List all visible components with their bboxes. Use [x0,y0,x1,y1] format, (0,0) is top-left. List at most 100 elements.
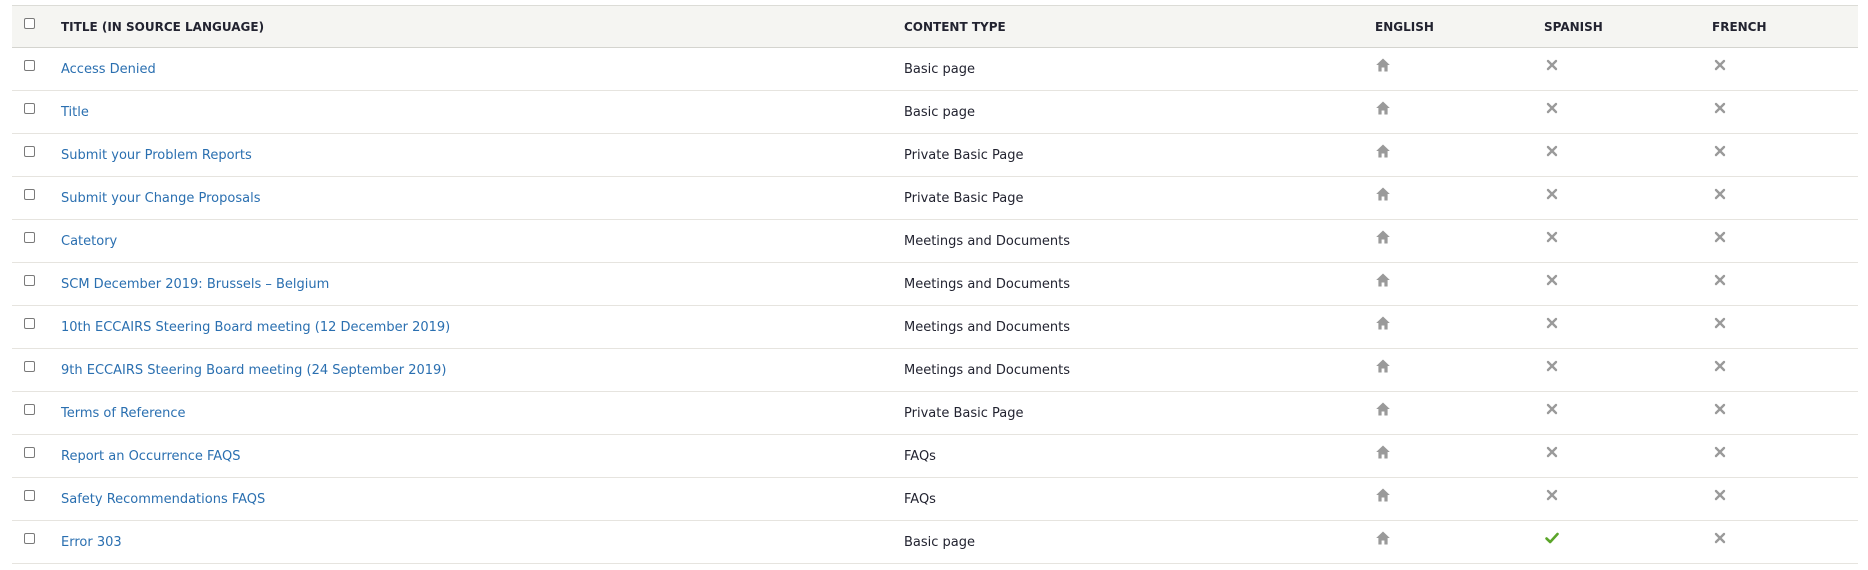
source-home-icon [1375,57,1391,73]
row-select-checkbox[interactable] [24,317,35,329]
row-content-type-cell: Meetings and Documents [904,349,1375,392]
row-select-cell [12,220,61,263]
row-title-link[interactable]: Submit your Change Proposals [61,191,260,206]
row-content-type-cell: FAQs [904,435,1375,478]
not-translated-icon [1712,530,1728,546]
header-title[interactable]: Title (in source language) [61,5,904,48]
table-row: Access Denied Basic page [12,48,1858,91]
row-content-type: Private Basic Page [904,405,1024,421]
row-french-cell [1712,91,1858,134]
row-french-cell [1712,521,1858,564]
row-french-cell [1712,306,1858,349]
row-title-link[interactable]: Terms of Reference [61,406,186,421]
row-select-cell [12,392,61,435]
not-translated-icon [1544,143,1560,159]
row-title-link[interactable]: SCM December 2019: Brussels – Belgium [61,277,329,292]
row-spanish-cell [1544,134,1712,177]
select-all-cell [12,5,61,48]
row-title-cell: Submit your Problem Reports [61,134,904,177]
table-row: Error 303 Basic page [12,521,1858,564]
row-title-link[interactable]: Report an Occurrence FAQS [61,449,240,464]
table-row: 9th ECCAIRS Steering Board meeting (24 S… [12,349,1858,392]
source-home-icon [1375,358,1391,374]
row-select-checkbox[interactable] [24,360,35,372]
row-french-cell [1712,349,1858,392]
table-row: Terms of Reference Private Basic Page [12,392,1858,435]
row-title-cell: Report an Occurrence FAQS [61,435,904,478]
translation-table: Title (in source language) Content type … [12,5,1858,564]
not-translated-icon [1544,272,1560,288]
row-title-link[interactable]: Error 303 [61,535,122,550]
row-title-cell: 10th ECCAIRS Steering Board meeting (12 … [61,306,904,349]
row-title-cell: Error 303 [61,521,904,564]
table-body: Access Denied Basic page Title Basic page Su… [12,48,1858,564]
row-title-link[interactable]: Submit your Problem Reports [61,148,252,163]
row-french-cell [1712,263,1858,306]
row-select-checkbox[interactable] [24,188,35,200]
row-select-cell [12,134,61,177]
row-title-cell: Catetory [61,220,904,263]
not-translated-icon [1712,401,1728,417]
not-translated-icon [1544,186,1560,202]
source-home-icon [1375,143,1391,159]
row-title-link[interactable]: Catetory [61,234,117,249]
row-select-checkbox[interactable] [24,102,35,114]
row-select-cell [12,349,61,392]
row-select-checkbox[interactable] [24,274,35,286]
row-content-type-cell: Meetings and Documents [904,220,1375,263]
not-translated-icon [1544,358,1560,374]
translated-check-icon [1544,530,1560,546]
row-spanish-cell [1544,349,1712,392]
row-spanish-cell [1544,478,1712,521]
row-french-cell [1712,478,1858,521]
row-select-cell [12,435,61,478]
row-title-cell: Terms of Reference [61,392,904,435]
row-english-cell [1375,306,1544,349]
row-spanish-cell [1544,306,1712,349]
row-title-link[interactable]: 9th ECCAIRS Steering Board meeting (24 S… [61,363,446,378]
row-spanish-cell [1544,392,1712,435]
row-title-cell: 9th ECCAIRS Steering Board meeting (24 S… [61,349,904,392]
not-translated-icon [1712,100,1728,116]
row-content-type: FAQs [904,491,936,507]
row-select-cell [12,478,61,521]
row-content-type: Private Basic Page [904,190,1024,206]
not-translated-icon [1712,487,1728,503]
row-spanish-cell [1544,263,1712,306]
not-translated-icon [1712,272,1728,288]
row-title-link[interactable]: 10th ECCAIRS Steering Board meeting (12 … [61,320,450,335]
source-home-icon [1375,272,1391,288]
select-all-checkbox[interactable] [24,17,35,29]
row-title-link[interactable]: Title [61,105,89,120]
row-select-checkbox[interactable] [24,446,35,458]
row-select-checkbox[interactable] [24,231,35,243]
row-select-cell [12,91,61,134]
header-content-type[interactable]: Content type [904,5,1375,48]
row-select-checkbox[interactable] [24,59,35,71]
row-title-cell: Title [61,91,904,134]
row-title-link[interactable]: Access Denied [61,62,156,77]
row-select-cell [12,48,61,91]
row-select-checkbox[interactable] [24,489,35,501]
row-spanish-cell [1544,177,1712,220]
row-select-checkbox[interactable] [24,403,35,415]
row-content-type: Meetings and Documents [904,233,1071,249]
not-translated-icon [1544,487,1560,503]
table-row: 10th ECCAIRS Steering Board meeting (12 … [12,306,1858,349]
row-select-cell [12,177,61,220]
row-title-link[interactable]: Safety Recommendations FAQS [61,492,265,507]
row-title-cell: Access Denied [61,48,904,91]
row-content-type-cell: Private Basic Page [904,134,1375,177]
source-home-icon [1375,186,1391,202]
not-translated-icon [1544,444,1560,460]
row-english-cell [1375,134,1544,177]
header-french: French [1712,5,1858,48]
row-select-checkbox[interactable] [24,532,35,544]
row-english-cell [1375,392,1544,435]
row-content-type: Meetings and Documents [904,362,1071,378]
row-select-checkbox[interactable] [24,145,35,157]
row-french-cell [1712,177,1858,220]
row-select-cell [12,521,61,564]
not-translated-icon [1712,444,1728,460]
source-home-icon [1375,530,1391,546]
